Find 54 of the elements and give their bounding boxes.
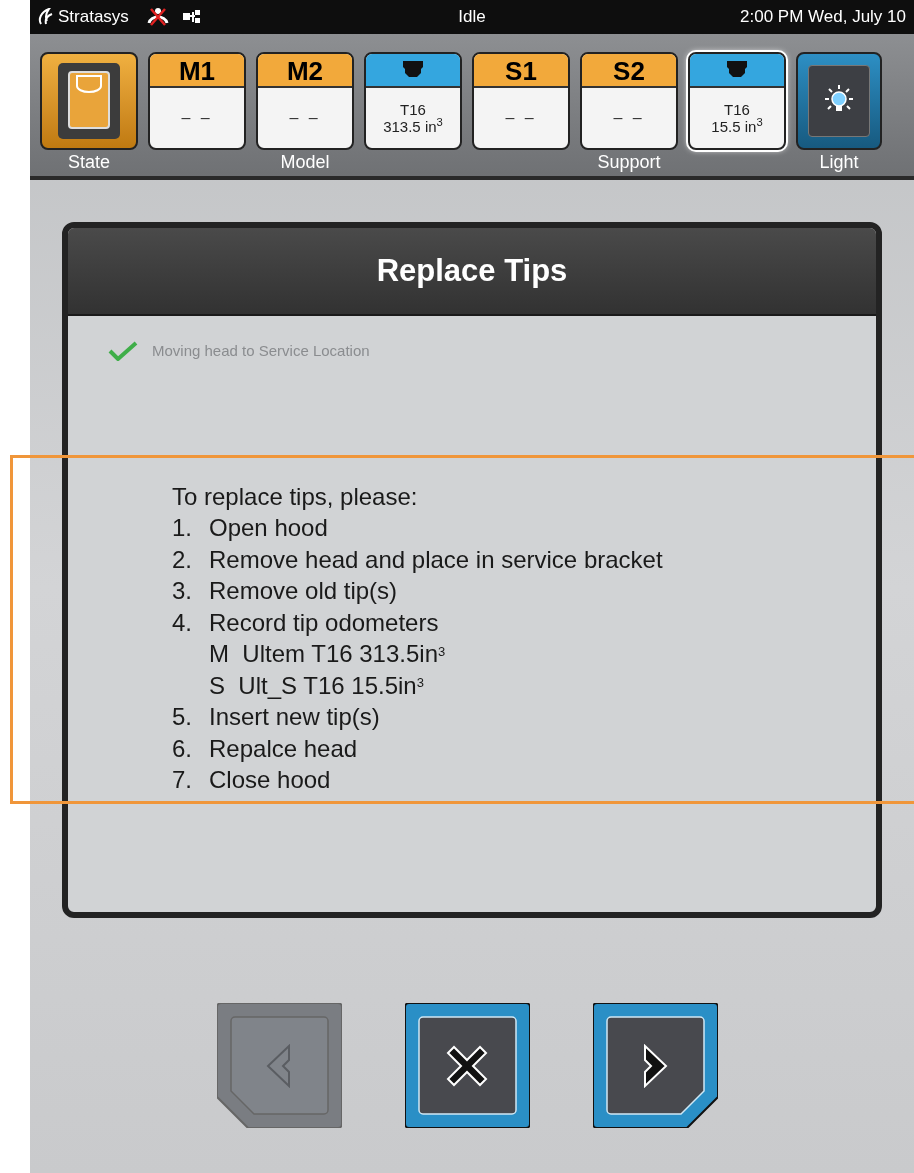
material-slot[interactable]: S2 – – — [580, 52, 678, 150]
slot-value: – – — [180, 108, 214, 128]
odometer-reading: M Ultem T16 313.5in$^{3}$ — [209, 639, 447, 669]
step-number: 2. — [172, 544, 193, 575]
slot-label: S1 — [474, 54, 568, 88]
material-slot[interactable]: M2 – – — [256, 52, 354, 150]
next-button[interactable] — [592, 1003, 718, 1128]
group-label: Light — [819, 151, 859, 173]
step-number: 1. — [172, 513, 193, 543]
date-time: 2:00 PM Wed, July 10 — [739, 6, 906, 29]
light-button[interactable] — [796, 52, 882, 150]
step-text: Repalce head — [209, 733, 358, 764]
step-text: Remove old tip(s) — [209, 576, 398, 606]
dialog-title: Replace Tips — [376, 251, 568, 290]
group-label: State — [68, 151, 110, 173]
printer-status: Idle — [457, 6, 487, 29]
chevron-right-icon — [642, 1043, 668, 1088]
nozzle-icon — [403, 61, 423, 79]
step-number: 3. — [172, 576, 193, 606]
instructions-intro: To replace tips, please: — [172, 481, 419, 512]
tip-slot[interactable]: T16 15.5 in$^{3}$ — [688, 52, 786, 150]
group-label: Support — [597, 151, 661, 173]
step-text: Record tip odometers — [209, 607, 439, 638]
step-number: 5. — [172, 702, 193, 732]
step-text: Remove head and place in service bracket — [209, 544, 663, 575]
chevron-left-icon — [266, 1043, 292, 1088]
material-slot[interactable]: M1 – – — [148, 52, 246, 150]
step-text: Insert new tip(s) — [209, 702, 380, 732]
slot-value: – – — [504, 108, 538, 128]
logo-icon — [38, 8, 54, 26]
tip-info: 313.5 in$^{3}$ — [383, 118, 443, 135]
slot-value: – – — [288, 108, 322, 128]
slot-label: M1 — [150, 54, 244, 88]
step-number: 7. — [172, 765, 193, 795]
tip-info: T16 — [724, 101, 750, 118]
slot-label: S2 — [582, 54, 676, 88]
material-slot[interactable]: S1 – – — [472, 52, 570, 150]
tip-info: 15.5 in$^{3}$ — [711, 118, 763, 135]
printer-icon — [57, 62, 121, 140]
step-number: 4. — [172, 607, 193, 638]
slot-label: M2 — [258, 54, 352, 88]
cancel-button[interactable] — [404, 1003, 530, 1128]
progress-text: Moving head to Service Location — [152, 341, 370, 361]
odometer-reading: S Ult_S T16 15.5in$^{3}$ — [209, 670, 425, 701]
step-number: 6. — [172, 733, 193, 764]
step-text: Close hood — [209, 765, 331, 795]
nozzle-icon — [727, 61, 747, 79]
brand-name: Stratasys — [58, 6, 129, 29]
group-label: Model — [280, 151, 330, 173]
tip-info: T16 — [400, 101, 426, 118]
slot-value: – – — [612, 108, 646, 128]
state-button[interactable] — [40, 52, 138, 150]
tip-slot[interactable]: T16 313.5 in$^{3}$ — [364, 52, 462, 150]
step-text: Open hood — [209, 513, 328, 543]
